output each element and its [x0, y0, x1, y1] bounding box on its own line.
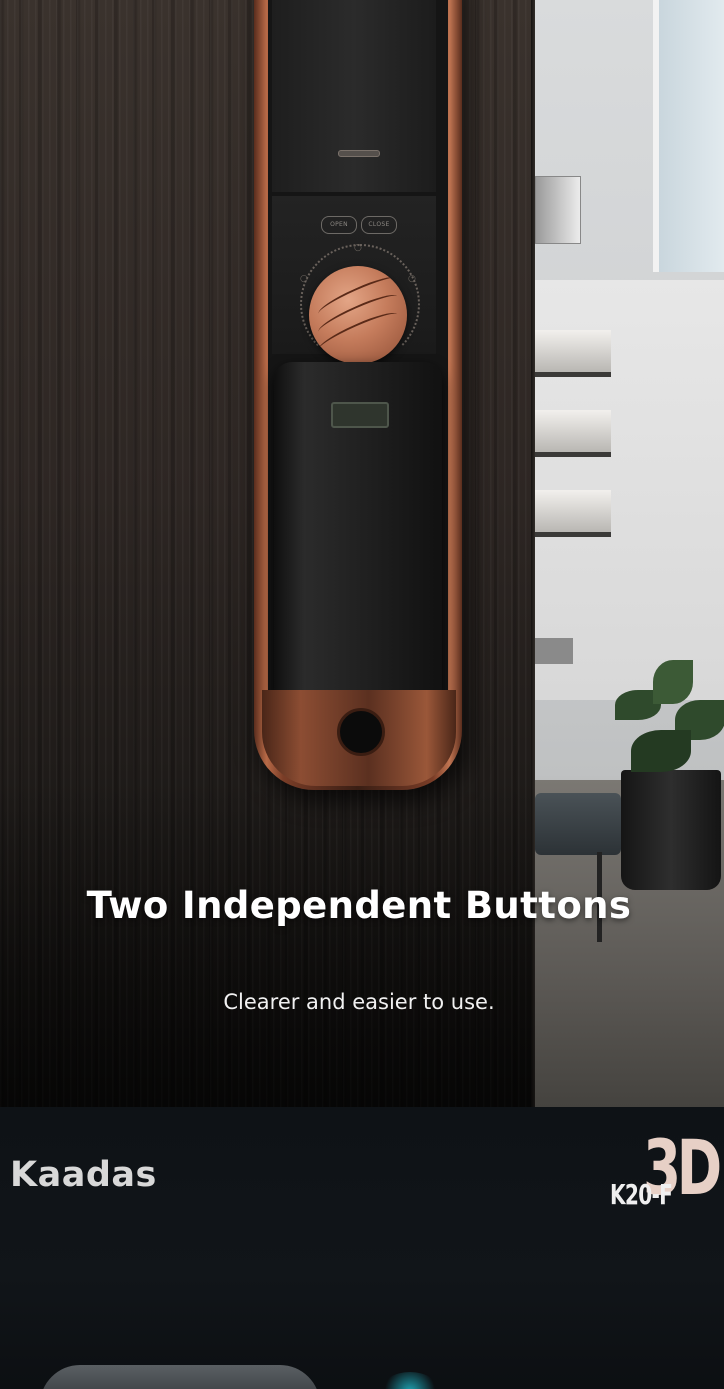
interior-room-image — [535, 0, 724, 1107]
open-button: OPEN — [321, 216, 357, 234]
hero-subtitle: Clearer and easier to use. — [223, 990, 495, 1014]
keyhole-icon — [337, 708, 385, 756]
door-hardware — [535, 176, 581, 244]
brand-logo: Kaadas — [10, 1155, 157, 1195]
lock-icon-top: ○ — [354, 243, 362, 253]
lock-icon-right: ○ — [408, 274, 416, 284]
lock-icon-left: ○ — [300, 274, 308, 284]
indicator-slot — [338, 150, 380, 157]
product-banner — [0, 1107, 724, 1389]
lock-top-panel — [272, 0, 436, 192]
plant-leaf — [631, 730, 691, 772]
close-button: CLOSE — [361, 216, 397, 234]
bench — [535, 793, 621, 855]
plant-pot — [621, 770, 721, 890]
wall-switch — [535, 638, 573, 664]
fingerprint-reader — [331, 402, 389, 428]
hero-shade — [0, 780, 535, 1107]
plant-leaf — [653, 660, 693, 704]
stair-step — [535, 330, 611, 377]
hero-title: Two Independent Buttons — [86, 884, 632, 927]
product-page: OPEN CLOSE ○ ○ ○ Two Independent Buttons… — [0, 0, 724, 1389]
model-name: K20-F — [610, 1178, 673, 1211]
hero-section: OPEN CLOSE ○ ○ ○ Two Independent Buttons… — [0, 0, 724, 1107]
room-window — [653, 0, 724, 272]
stair-step — [535, 490, 611, 537]
device-preview-image — [40, 1365, 320, 1389]
copper-thumb-knob — [309, 266, 407, 364]
stair-step — [535, 410, 611, 457]
